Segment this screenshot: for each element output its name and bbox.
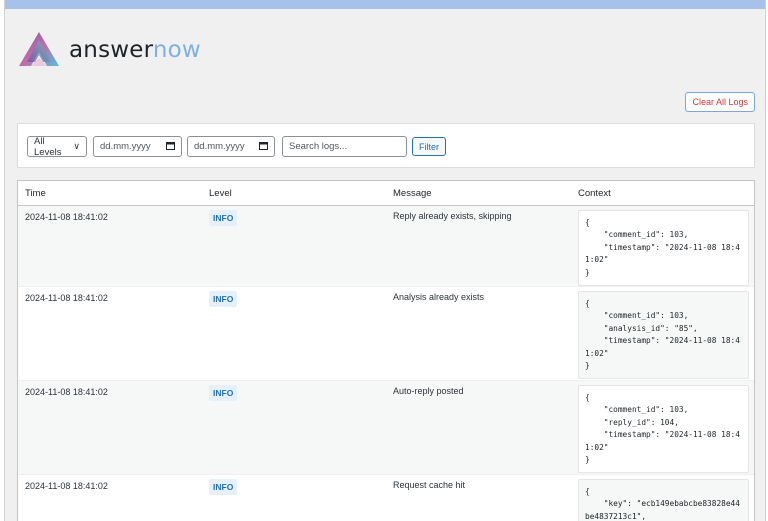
log-level-badge: INFO: [209, 210, 238, 226]
column-header-time[interactable]: Time: [25, 188, 46, 199]
app-window: answernow Clear All Logs All Levels ∨ dd…: [4, 0, 766, 521]
column-header-message[interactable]: Message: [393, 188, 432, 199]
column-header-level[interactable]: Level: [209, 188, 232, 199]
table-row: 2024-11-08 18:41:02 INFO Reply already e…: [18, 206, 754, 287]
date-to-input[interactable]: dd.mm.yyyy: [187, 136, 275, 157]
date-from-input[interactable]: dd.mm.yyyy: [93, 136, 182, 157]
date-from-placeholder: dd.mm.yyyy: [100, 141, 151, 152]
filter-button[interactable]: Filter: [412, 137, 446, 156]
log-context: { "comment_id": 103, "reply_id": 104, "t…: [578, 385, 749, 474]
logs-table: Time Level Message Context 2024-11-08 18…: [17, 180, 755, 521]
log-message: Reply already exists, skipping: [393, 211, 512, 221]
clear-all-logs-button[interactable]: Clear All Logs: [685, 92, 755, 112]
search-logs-placeholder: Search logs...: [289, 141, 348, 152]
answernow-logo-icon: [19, 32, 59, 66]
calendar-icon[interactable]: [259, 141, 268, 152]
table-row: 2024-11-08 18:41:02 INFO Analysis alread…: [18, 287, 754, 381]
level-select[interactable]: All Levels ∨: [27, 135, 87, 158]
date-to-placeholder: dd.mm.yyyy: [194, 141, 245, 152]
brand-name-part1: answer: [69, 37, 153, 63]
log-level-badge: INFO: [209, 291, 238, 307]
brand-name-part2: now: [152, 37, 201, 63]
level-select-value: All Levels: [34, 135, 62, 158]
table-header: Time Level Message Context: [18, 181, 754, 206]
table-row: 2024-11-08 18:41:02 INFO Request cache h…: [18, 475, 754, 521]
column-header-context[interactable]: Context: [578, 188, 611, 199]
log-message: Request cache hit: [393, 480, 466, 490]
log-time: 2024-11-08 18:41:02: [25, 387, 108, 397]
log-time: 2024-11-08 18:41:02: [25, 293, 108, 303]
search-logs-input[interactable]: Search logs...: [282, 136, 407, 157]
log-message: Auto-reply posted: [393, 386, 464, 396]
log-level-badge: INFO: [209, 479, 238, 495]
brand-logo: answernow: [17, 30, 201, 70]
log-time: 2024-11-08 18:41:02: [25, 481, 108, 491]
log-level-badge: INFO: [209, 385, 238, 401]
table-row: 2024-11-08 18:41:02 INFO Auto-reply post…: [18, 381, 754, 475]
log-time: 2024-11-08 18:41:02: [25, 212, 108, 222]
brand-name: answernow: [69, 37, 201, 63]
top-accent-bar: [5, 0, 765, 9]
calendar-icon[interactable]: [166, 141, 175, 152]
log-message: Analysis already exists: [393, 292, 485, 302]
chevron-down-icon: ∨: [73, 141, 80, 151]
filter-panel: All Levels ∨ dd.mm.yyyy dd.mm.yyyy Searc…: [17, 123, 755, 168]
log-context: { "comment_id": 103, "analysis_id": "85"…: [578, 291, 749, 380]
log-context: { "key": "ecb149ebabcbe83828e44be4837213…: [578, 479, 749, 521]
log-context: { "comment_id": 103, "timestamp": "2024-…: [578, 210, 749, 287]
